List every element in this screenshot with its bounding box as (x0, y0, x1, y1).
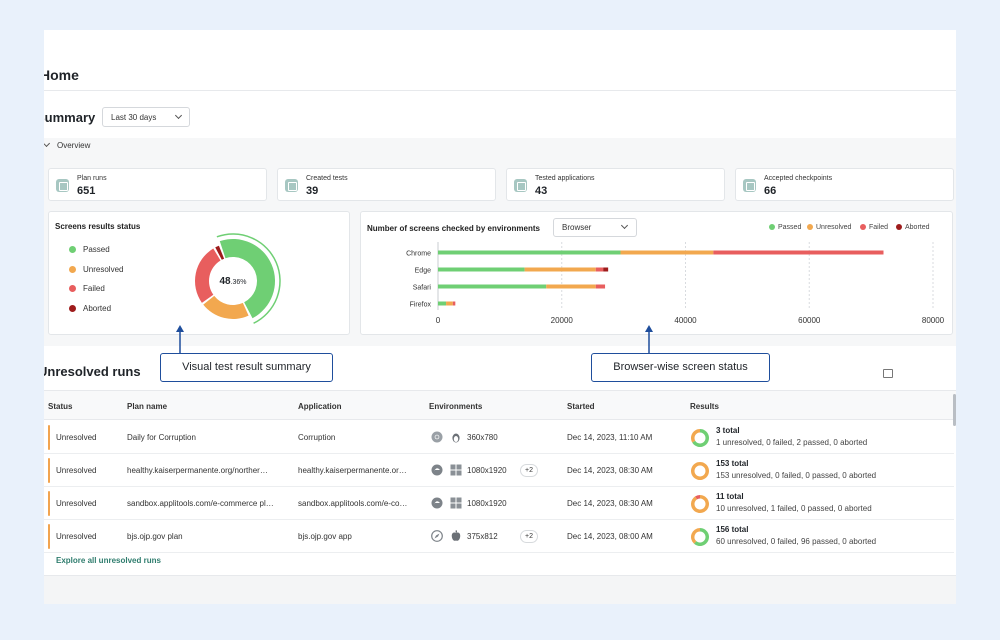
windows-icon (450, 497, 462, 509)
callout-browser-status: Browser-wise screen status (591, 353, 770, 382)
plan-name-cell[interactable]: sandbox.applitools.com/e-commerce pl… (127, 499, 292, 508)
resolution-cell: 360x780 (467, 433, 498, 442)
safari-icon (431, 530, 443, 542)
status-cell: Unresolved (56, 433, 97, 442)
linux-icon (452, 433, 460, 443)
dashboard-sheet: Home Summary Last 30 days Overview Plan … (44, 30, 956, 604)
table-row[interactable]: Unresolved healthy.kaiserpermanente.org/n… (44, 454, 954, 487)
edge-icon (431, 464, 443, 476)
results-detail: 10 unresolved, 1 failed, 0 passed, 0 abo… (716, 504, 872, 513)
callout-visual-summary: Visual test result summary (160, 353, 333, 382)
column-header[interactable]: Environments (429, 402, 482, 411)
results-detail: 153 unresolved, 0 failed, 0 passed, 0 ab… (716, 471, 877, 480)
footer-bar (44, 575, 956, 604)
application-cell[interactable]: sandbox.applitools.com/e-co… (298, 499, 422, 508)
started-cell: Dec 14, 2023, 08:30 AM (567, 466, 653, 475)
resolution-cell: 375x812 (467, 532, 498, 541)
results-total: 156 total (716, 525, 749, 534)
edge-icon (431, 497, 443, 509)
status-stripe (48, 425, 50, 450)
results-total: 3 total (716, 426, 740, 435)
column-settings-icon[interactable] (883, 369, 893, 378)
results-detail: 1 unresolved, 0 failed, 2 passed, 0 abor… (716, 438, 868, 447)
unresolved-runs-title: Unresolved runs (44, 364, 141, 379)
resolution-cell: 1080x1920 (467, 466, 507, 475)
started-cell: Dec 14, 2023, 08:30 AM (567, 499, 653, 508)
column-header[interactable]: Plan name (127, 402, 167, 411)
ring-segment-unresolved (691, 429, 700, 443)
started-cell: Dec 14, 2023, 11:10 AM (567, 433, 653, 442)
application-cell[interactable]: Corruption (298, 433, 422, 442)
column-header[interactable]: Results (690, 402, 719, 411)
column-header[interactable]: Started (567, 402, 595, 411)
table-row[interactable]: Unresolved sandbox.applitools.com/e-comme… (44, 487, 954, 520)
status-stripe (48, 524, 50, 549)
plan-name-cell[interactable]: bjs.ojp.gov plan (127, 532, 292, 541)
table-header: Status Plan name Application Environment… (44, 390, 956, 420)
results-detail: 60 unresolved, 0 failed, 96 passed, 0 ab… (716, 537, 877, 546)
application-cell[interactable]: bjs.ojp.gov app (298, 532, 422, 541)
more-environments-badge[interactable]: +2 (520, 530, 538, 543)
ring-segment-unresolved (691, 528, 700, 544)
status-cell: Unresolved (56, 499, 97, 508)
windows-icon (450, 464, 462, 476)
apple-icon (451, 530, 461, 541)
scrollbar-thumb[interactable] (953, 394, 956, 426)
resolution-cell: 1080x1920 (467, 499, 507, 508)
chrome-icon (431, 431, 443, 443)
result-ring (691, 462, 710, 480)
started-cell: Dec 14, 2023, 08:00 AM (567, 532, 653, 541)
plan-name-cell[interactable]: Daily for Corruption (127, 433, 292, 442)
column-header[interactable]: Status (48, 402, 72, 411)
table-row[interactable]: Unresolved Daily for Corruption Corruption… (44, 421, 954, 454)
ring-segment-unresolved (691, 462, 710, 480)
more-environments-badge[interactable]: +2 (520, 464, 538, 477)
result-ring (691, 429, 709, 447)
table-row[interactable]: Unresolved bjs.ojp.gov plan bjs.ojp.gov ap… (44, 520, 954, 553)
status-cell: Unresolved (56, 466, 97, 475)
plan-name-cell[interactable]: healthy.kaiserpermanente.org/norther… (127, 466, 292, 475)
result-ring (691, 528, 709, 546)
status-cell: Unresolved (56, 532, 97, 541)
results-total: 153 total (716, 459, 749, 468)
results-total: 11 total (716, 492, 744, 501)
status-stripe (48, 458, 50, 483)
explore-unresolved-link[interactable]: Explore all unresolved runs (56, 556, 161, 565)
status-stripe (48, 491, 50, 516)
callout-arrows (176, 325, 653, 353)
result-ring (691, 495, 709, 513)
column-header[interactable]: Application (298, 402, 342, 411)
application-cell[interactable]: healthy.kaiserpermanente.or… (298, 466, 422, 475)
